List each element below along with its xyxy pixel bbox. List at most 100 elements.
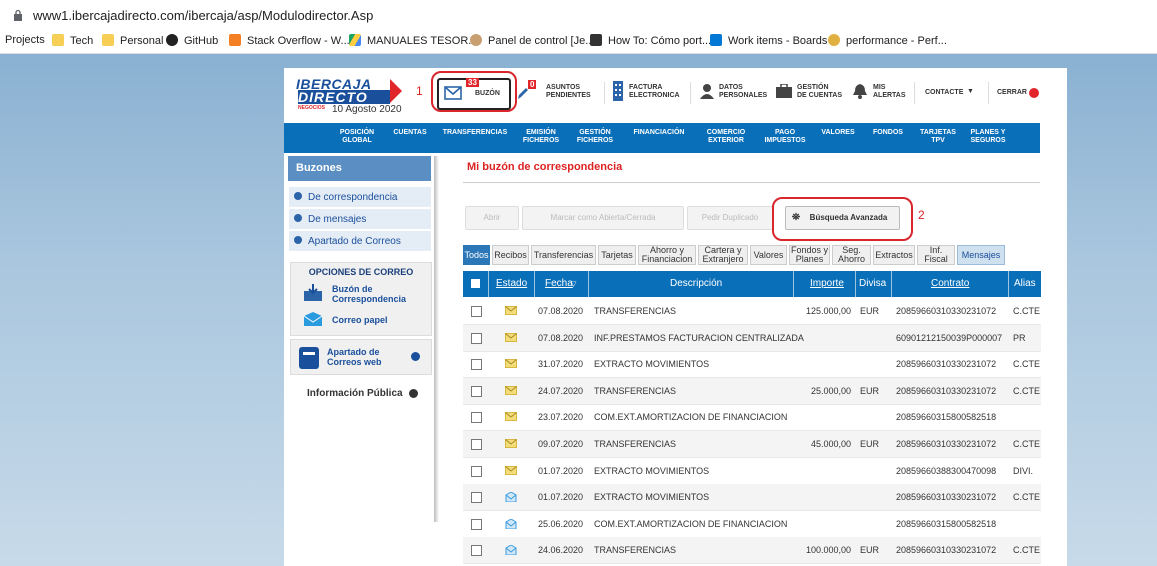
factura-electronica-button[interactable]: FACTURA ELECTRONICA — [612, 80, 684, 106]
sidebar-item-correspondencia[interactable]: De correspondencia — [289, 187, 431, 208]
nav-transferencias[interactable]: TRANSFERENCIAS — [442, 129, 508, 137]
alertas-label: MIS ALERTAS — [873, 84, 906, 99]
row-checkbox[interactable] — [471, 545, 482, 557]
col-fecha[interactable]: Fecha — [545, 278, 573, 289]
row-checkbox[interactable] — [471, 492, 482, 504]
abrir-button[interactable]: Abrir — [465, 206, 519, 230]
bookmark-tech[interactable]: Tech — [52, 34, 93, 47]
tab-inf-fiscal[interactable]: Inf. Fiscal — [917, 245, 955, 265]
table-row[interactable]: 23.07.2020 COM.EXT.AMORTIZACION DE FINANC… — [463, 404, 1041, 432]
tab-recibos[interactable]: Recibos — [492, 245, 529, 265]
mis-alertas-button[interactable]: MIS ALERTAS — [852, 80, 908, 106]
nav-planes-seguros[interactable]: PLANES Y SEGUROS — [966, 129, 1010, 145]
asuntos-pendientes-button[interactable]: 0 ASUNTOS PENDIENTES — [516, 80, 600, 106]
cell-descripcion[interactable]: EXTRACTO MOVIMIENTOS — [594, 359, 709, 369]
row-checkbox[interactable] — [471, 332, 482, 344]
row-checkbox[interactable] — [471, 465, 482, 477]
nav-cuentas[interactable]: CUENTAS — [392, 129, 428, 137]
tab-fondos-planes[interactable]: Fondos y Planes — [789, 245, 830, 265]
bookmark-workitems[interactable]: Work items - Boards — [710, 34, 827, 47]
cell-descripcion[interactable]: EXTRACTO MOVIMIENTOS — [594, 492, 709, 502]
tab-todos[interactable]: Todos — [463, 245, 490, 265]
cell-descripcion[interactable]: INF.PRESTAMOS FACTURACION CENTRALIZADA — [594, 333, 804, 343]
nav-financiacion[interactable]: FINANCIACIÓN — [630, 129, 688, 137]
nav-gestion-ficheros[interactable]: GESTIÓN FICHEROS — [576, 129, 614, 145]
tab-transferencias[interactable]: Transferencias — [531, 245, 596, 265]
title-divider — [463, 182, 1040, 183]
cell-descripcion[interactable]: TRANSFERENCIAS — [594, 545, 676, 555]
gestion-cuentas-button[interactable]: GESTIÓN DE CUENTAS — [776, 80, 846, 106]
bookmark-manuales[interactable]: MANUALES TESOR... — [349, 34, 477, 47]
nav-comercio-exterior[interactable]: COMERCIO EXTERIOR — [702, 129, 750, 145]
column-divider — [534, 271, 535, 297]
logo-subtext: NEGOCIOS — [298, 105, 325, 111]
sidebar-item-mensajes[interactable]: De mensajes — [289, 209, 431, 230]
nav-valores[interactable]: VALORES — [820, 129, 856, 137]
tab-ahorro-financiacion[interactable]: Ahorro y Financiacion — [638, 245, 696, 265]
bookmark-panel[interactable]: Panel de control [Je... — [470, 34, 594, 47]
nav-emision-ficheros[interactable]: EMISIÓN FICHEROS — [522, 129, 560, 145]
tab-seg-ahorro[interactable]: Seg. Ahorro — [832, 245, 871, 265]
row-checkbox[interactable] — [471, 359, 482, 371]
nav-tarjetas-tpv[interactable]: TARJETAS TPV — [920, 129, 956, 145]
cerrar-button[interactable]: CERRAR — [997, 87, 1042, 99]
header-divider — [604, 82, 605, 104]
table-row[interactable]: 07.08.2020 INF.PRESTAMOS FACTURACION CENT… — [463, 324, 1041, 352]
row-checkbox[interactable] — [471, 439, 482, 450]
current-date: 10 Agosto 2020 — [332, 104, 402, 115]
address-bar[interactable]: www1.ibercajadirecto.com/ibercaja/asp/Mo… — [0, 0, 1157, 31]
bookmark-projects[interactable]: Projects — [5, 34, 45, 46]
cell-descripcion[interactable]: COM.EXT.AMORTIZACION DE FINANCIACION — [594, 519, 787, 529]
bookmark-howto[interactable]: How To: Cómo port... — [590, 34, 711, 47]
datos-personales-button[interactable]: DATOS PERSONALES — [700, 80, 768, 106]
marcar-button[interactable]: Marcar como Abierta/Cerrada — [522, 206, 684, 230]
sort-down-icon[interactable]: ▽ — [571, 280, 576, 288]
table-row[interactable]: 01.07.2020 EXTRACTO MOVIMIENTOS 2085966038… — [463, 458, 1041, 485]
correo-papel-link[interactable]: Correo papel — [299, 312, 429, 330]
tab-valores[interactable]: Valores — [750, 245, 787, 265]
row-checkbox[interactable] — [471, 412, 482, 424]
tab-tarjetas[interactable]: Tarjetas — [598, 245, 636, 265]
row-checkbox[interactable] — [471, 518, 482, 530]
buzon-correspondencia-link[interactable]: Buzón de Correspondencia — [299, 282, 429, 306]
table-row[interactable]: 07.08.2020 TRANSFERENCIAS 125.000,00 EUR 208… — [463, 298, 1041, 325]
cell-descripcion[interactable]: TRANSFERENCIAS — [594, 386, 676, 396]
col-estado[interactable]: Estado — [496, 278, 527, 289]
tab-extractos[interactable]: Extractos — [873, 245, 915, 265]
bookmark-github[interactable]: GitHub — [166, 34, 218, 47]
table-row[interactable]: 09.07.2020 TRANSFERENCIAS 45.000,00 EUR 2085… — [463, 431, 1041, 458]
row-checkbox[interactable] — [471, 306, 482, 317]
informacion-publica-link[interactable]: Información Pública — [307, 388, 403, 399]
table-row[interactable]: 25.06.2020 COM.EXT.AMORTIZACION DE FINANC… — [463, 511, 1041, 538]
table-row[interactable]: 24.07.2020 TRANSFERENCIAS 25.000,00 EUR 2085… — [463, 377, 1041, 405]
bookmark-personal[interactable]: Personal — [102, 34, 163, 47]
tab-cartera-extranjero[interactable]: Cartera y Extranjero — [698, 245, 748, 265]
nav-fondos[interactable]: FONDOS — [870, 129, 906, 137]
apartado-correos-web-link[interactable]: Apartado de Correos web — [290, 339, 432, 375]
nav-posicion-global[interactable]: POSICIÓN GLOBAL — [337, 129, 377, 145]
envelope-closed-icon — [505, 385, 517, 395]
cell-descripcion[interactable]: EXTRACTO MOVIMIENTOS — [594, 466, 709, 476]
table-row[interactable]: 01.07.2020 EXTRACTO MOVIMIENTOS 2085966031… — [463, 484, 1041, 512]
col-importe[interactable]: Importe — [810, 278, 844, 289]
cell-descripcion[interactable]: COM.EXT.AMORTIZACION DE FINANCIACION — [594, 412, 787, 422]
sidebar-item-label: Apartado de Correos — [308, 236, 401, 247]
cell-descripcion[interactable]: TRANSFERENCIAS — [594, 439, 676, 449]
bookmark-performance[interactable]: performance - Perf... — [828, 34, 947, 47]
select-all-checkbox[interactable] — [471, 279, 480, 288]
cell-alias: C.CTE — [1013, 492, 1040, 503]
nav-pago-impuestos[interactable]: PAGO IMPUESTOS — [762, 129, 808, 145]
url-text[interactable]: www1.ibercajadirecto.com/ibercaja/asp/Mo… — [33, 8, 373, 23]
buzon-button[interactable]: 33 BUZÓN — [437, 78, 511, 110]
bookmark-stackoverflow[interactable]: Stack Overflow - W... — [229, 34, 350, 47]
person-icon — [470, 34, 482, 46]
tab-mensajes[interactable]: Mensajes — [957, 245, 1005, 265]
contacte-dropdown[interactable]: CONTACTE ▼ — [925, 88, 980, 100]
col-contrato[interactable]: Contrato — [931, 278, 969, 289]
sidebar-item-apartado[interactable]: Apartado de Correos — [289, 231, 431, 252]
cell-descripcion[interactable]: TRANSFERENCIAS — [594, 306, 676, 316]
row-checkbox[interactable] — [471, 385, 482, 397]
table-row[interactable]: 31.07.2020 EXTRACTO MOVIMIENTOS 2085966031… — [463, 351, 1041, 379]
pedir-duplicado-button[interactable]: Pedir Duplicado — [687, 206, 773, 230]
table-row[interactable]: 24.06.2020 TRANSFERENCIAS 100.000,00 EUR 208… — [463, 537, 1041, 565]
